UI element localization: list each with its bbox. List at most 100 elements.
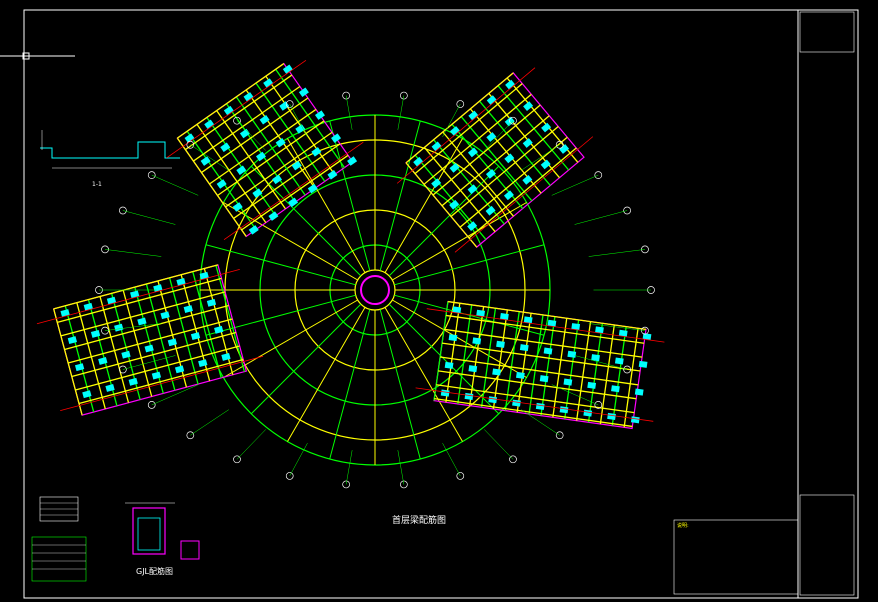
wing-beam — [275, 68, 346, 168]
wing-beam — [186, 130, 257, 230]
rebar-label-block — [467, 147, 478, 158]
rebar-label-block — [486, 132, 497, 142]
radial-beam — [388, 165, 500, 277]
rebar-label-block — [239, 128, 250, 139]
dimension-line — [484, 429, 514, 460]
rebar-label-block — [252, 188, 263, 198]
drawing-title: 首层梁配筋图 — [392, 516, 447, 526]
rebar-label-block — [567, 350, 577, 358]
rebar-label-block — [630, 416, 640, 424]
rebar-label-block — [467, 184, 478, 195]
wing-beam — [76, 302, 106, 410]
radial-beam — [223, 202, 358, 281]
wing-beam — [192, 271, 222, 379]
wing-beam — [145, 283, 176, 391]
dimension-line — [397, 95, 405, 130]
rebar-label-block — [291, 160, 302, 171]
rebar-label-block — [535, 402, 545, 410]
building-wing — [415, 300, 665, 430]
wing-beam — [405, 72, 514, 164]
rebar-label-block — [607, 412, 616, 420]
central-core — [360, 275, 390, 305]
dimension-line — [104, 249, 162, 257]
wing-beam — [122, 290, 153, 397]
building-wing — [396, 67, 594, 253]
dimension-line — [236, 429, 266, 460]
rebar-label-block — [431, 178, 442, 189]
rebar-label-block — [220, 142, 231, 153]
notes-heading: 说明: — [677, 523, 689, 529]
wing-beam — [75, 345, 240, 391]
radial-beam — [329, 120, 371, 271]
axis-line — [60, 355, 264, 412]
rebar-label-block — [444, 361, 454, 369]
rebar-label-block — [559, 144, 570, 154]
radial-beam — [379, 120, 421, 271]
rebar-label-block — [587, 381, 597, 389]
rebar-label-block — [583, 409, 593, 417]
radial-beam — [394, 294, 545, 336]
rebar-label-block — [519, 344, 529, 352]
wing-beam — [53, 308, 83, 416]
cursor-crosshair-icon — [0, 52, 75, 60]
rebar-label-block — [485, 205, 496, 216]
wing-beam — [78, 358, 244, 405]
rebar-label-block — [496, 340, 505, 348]
radial-beam — [250, 303, 362, 415]
rebar-label-block — [634, 388, 644, 396]
building-wing — [36, 264, 264, 416]
rebar-label-block — [468, 365, 478, 373]
wing-beam — [216, 110, 287, 210]
dimension-line — [588, 249, 646, 257]
rebar-label-block — [449, 199, 460, 210]
cad-drawing-canvas — [0, 9, 859, 599]
rebar-label-block — [540, 159, 551, 170]
notes-box — [673, 519, 799, 595]
rebar-label-block — [314, 110, 325, 120]
radial-beam — [392, 202, 527, 281]
title-block — [799, 494, 855, 596]
dimension-line — [397, 450, 405, 485]
building-wing — [166, 59, 364, 241]
rebar-label-block — [488, 396, 498, 404]
radial-beam — [223, 299, 358, 378]
legend-table-1 — [39, 496, 79, 522]
rebar-label-block — [515, 371, 525, 379]
wing-beam — [57, 277, 222, 324]
wing-beam — [60, 291, 226, 337]
rebar-label-block — [275, 137, 286, 148]
rebar-label-block — [492, 368, 501, 376]
wing-beam — [215, 265, 246, 372]
rebar-label-block — [295, 124, 306, 134]
rebar-label-block — [200, 156, 211, 166]
dimension-line — [345, 95, 353, 130]
revision-table — [799, 11, 855, 53]
rebar-label-block — [541, 122, 552, 133]
rebar-label-block — [259, 115, 270, 125]
wing-beam — [53, 264, 219, 310]
wing-beam — [423, 147, 496, 233]
dimension-line — [574, 210, 628, 225]
radial-beam — [379, 309, 421, 460]
radial-beam — [205, 294, 356, 336]
radial-beam — [205, 244, 356, 286]
dimension-line — [190, 409, 229, 436]
rebar-label-block — [523, 101, 534, 111]
radial-beam — [287, 307, 366, 442]
gjl-detail — [125, 502, 200, 560]
rebar-label-block — [543, 347, 553, 355]
wing-beam — [168, 277, 199, 385]
wing-beam — [423, 93, 532, 185]
rebar-label-block — [216, 179, 227, 189]
detail-title: GJL配筋图 — [136, 567, 174, 576]
rebar-label-block — [472, 337, 482, 345]
section-1-1-sketch — [40, 130, 180, 169]
title-block-border — [797, 9, 859, 599]
rebar-label-block — [638, 360, 648, 368]
rebar-label-block — [440, 389, 450, 397]
wing-beam — [468, 147, 577, 239]
rebar-label-block — [504, 153, 515, 164]
rebar-label-block — [503, 190, 514, 201]
rebar-label-block — [279, 101, 290, 111]
legend-table-2 — [31, 536, 87, 582]
